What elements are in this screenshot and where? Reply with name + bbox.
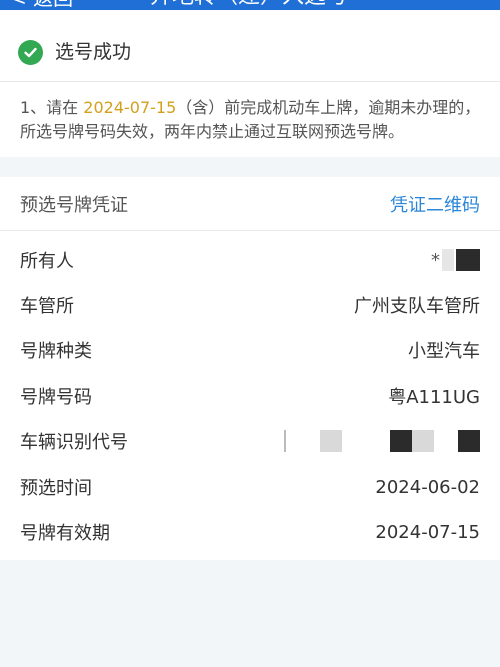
- notice-deadline-date: 2024-07-15: [83, 98, 177, 117]
- detail-value: 广州支队车管所: [354, 296, 480, 317]
- detail-row-select-time: 预选时间 2024-06-02: [0, 472, 500, 502]
- section-gap: [0, 157, 500, 177]
- detail-row-plate-number: 号牌号码 粤A111UG: [0, 381, 500, 411]
- detail-row-vin: 车辆识别代号: [0, 426, 500, 456]
- redaction-block: [320, 430, 342, 452]
- detail-label: 号牌种类: [20, 341, 92, 362]
- detail-row-plate-type: 号牌种类 小型汽车: [0, 335, 500, 365]
- redaction-block: [390, 430, 412, 452]
- detail-label: 预选时间: [20, 478, 92, 499]
- divider: [0, 81, 500, 82]
- detail-row-owner: 所有人 *: [0, 245, 500, 275]
- redaction-block: [458, 430, 480, 452]
- redaction-block: [442, 249, 454, 271]
- certificate-label: 预选号牌凭证: [20, 194, 128, 216]
- page-title: 异地转（迁）入选号: [150, 0, 348, 10]
- back-button[interactable]: < 返回: [10, 0, 73, 10]
- detail-label: 所有人: [20, 251, 74, 272]
- redaction-block: [456, 249, 480, 271]
- detail-label: 号牌有效期: [20, 523, 110, 544]
- nav-bar: < 返回 异地转（迁）入选号: [0, 0, 500, 10]
- detail-value: 小型汽车: [408, 341, 480, 362]
- notice-text: 1、请在 2024-07-15（含）前完成机动车上牌，逾期未办理的，所选号牌号码…: [20, 96, 490, 144]
- detail-row-office: 车管所 广州支队车管所: [0, 290, 500, 320]
- detail-label: 车辆识别代号: [20, 432, 128, 453]
- detail-label: 号牌号码: [20, 387, 92, 408]
- owner-value: *: [431, 249, 480, 271]
- detail-value: 2024-07-15: [375, 521, 480, 543]
- redaction-block: [412, 430, 434, 452]
- detail-value: 2024-06-02: [375, 476, 480, 498]
- notice-prefix: 1、请在: [20, 98, 84, 117]
- detail-value: 粤A111UG: [388, 387, 480, 408]
- redaction-block: [284, 430, 286, 452]
- success-title: 选号成功: [55, 41, 132, 63]
- qr-code-link[interactable]: 凭证二维码: [390, 191, 480, 217]
- owner-masked-text: *: [431, 249, 440, 271]
- detail-row-valid-until: 号牌有效期 2024-07-15: [0, 517, 500, 547]
- detail-label: 车管所: [20, 296, 74, 317]
- plate-info-card: 预选号牌凭证 凭证二维码 所有人 * 车管所 广州支队车管所 号牌种类 小型汽车…: [0, 177, 500, 560]
- vin-value-redacted: [284, 430, 480, 452]
- check-circle-icon: [18, 39, 43, 65]
- success-banner: 选号成功: [18, 38, 131, 66]
- status-card: 选号成功 1、请在 2024-07-15（含）前完成机动车上牌，逾期未办理的，所…: [0, 10, 500, 157]
- certificate-header: 预选号牌凭证 凭证二维码: [0, 177, 500, 231]
